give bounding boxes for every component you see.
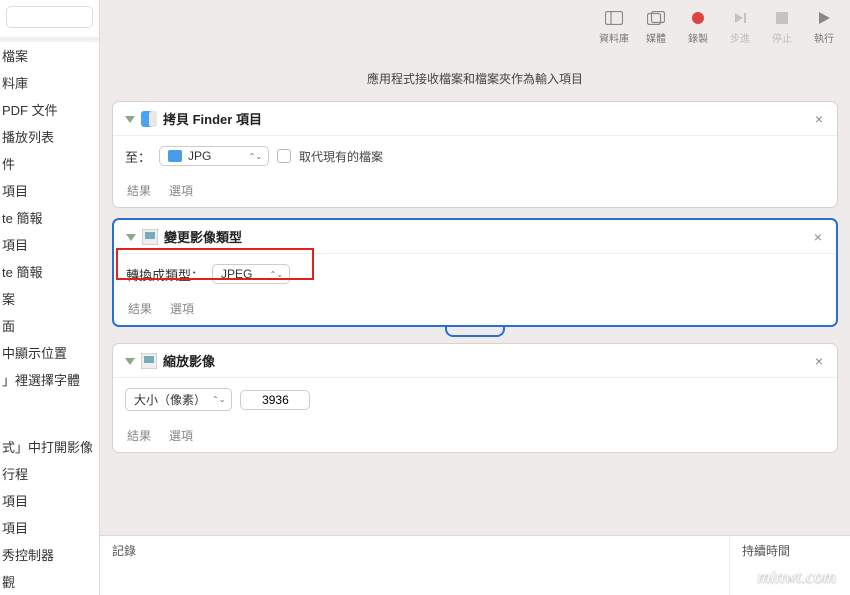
stop-button[interactable]: 停止 [762, 4, 802, 48]
to-label: 至： [125, 147, 151, 166]
close-icon[interactable]: × [810, 229, 826, 245]
log-panel: 記錄 持續時間 [100, 535, 850, 595]
toolbar: 資料庫 媒體 錄製 步進 [100, 0, 850, 52]
close-icon[interactable]: × [811, 111, 827, 127]
sidebar-item[interactable]: 秀控制器 [0, 541, 99, 568]
sidebar-item[interactable]: te 簡報 [0, 204, 99, 231]
finder-icon [141, 111, 157, 127]
options-tab[interactable]: 選項 [170, 300, 194, 317]
watermark: minwt.com [758, 566, 837, 587]
disclosure-triangle[interactable] [123, 112, 137, 126]
sidebar-item[interactable]: 項目 [0, 231, 99, 258]
sidebar-item[interactable]: 項目 [0, 487, 99, 514]
step-icon [733, 8, 747, 28]
sidebar-item[interactable]: 」裡選擇字體 [0, 366, 99, 393]
flow-connector [112, 327, 838, 337]
scale-size-input[interactable] [240, 390, 310, 410]
sidebar-header [0, 0, 99, 38]
run-button[interactable]: 執行 [804, 4, 844, 48]
action-title: 變更影像類型 [164, 227, 810, 246]
workflow-input-hint: 應用程式接收檔案和檔案夾作為輸入項目 [112, 52, 838, 101]
action-scale-images[interactable]: 縮放影像 × 大小（像素） ⌃⌄ 結果 選項 [112, 343, 838, 453]
stop-icon [776, 8, 788, 28]
library-button[interactable]: 資料庫 [594, 4, 634, 48]
step-button[interactable]: 步進 [720, 4, 760, 48]
disclosure-triangle[interactable] [123, 354, 137, 368]
replace-checkbox[interactable] [277, 149, 291, 163]
action-title: 拷貝 Finder 項目 [163, 109, 811, 128]
results-tab[interactable]: 結果 [127, 182, 151, 199]
sidebar-item[interactable]: 行程 [0, 460, 99, 487]
log-record-column: 記錄 [100, 536, 730, 595]
replace-label: 取代現有的檔案 [299, 148, 383, 165]
action-change-image-type[interactable]: 變更影像類型 × 轉換成類型： JPEG ⌃⌄ 結果 選項 [112, 218, 838, 327]
sidebar-item[interactable]: 案 [0, 285, 99, 312]
sidebar-item[interactable]: 觀 [0, 568, 99, 595]
sidebar-item[interactable]: 項目 [0, 514, 99, 541]
record-icon [691, 8, 705, 28]
chevron-updown-icon: ⌃⌄ [212, 395, 225, 404]
action-title: 縮放影像 [163, 351, 811, 370]
options-tab[interactable]: 選項 [169, 427, 193, 444]
sidebar-item[interactable]: 中顯示位置 [0, 339, 99, 366]
sidebar-item[interactable]: 檔案 [0, 42, 99, 69]
preview-icon [141, 353, 157, 369]
media-icon [647, 8, 665, 28]
sidebar-item[interactable]: te 簡報 [0, 258, 99, 285]
action-copy-finder-items[interactable]: 拷貝 Finder 項目 × 至： JPG ⌃⌄ 取代現有的檔案 結果 選項 [112, 101, 838, 208]
convert-type-label: 轉換成類型： [126, 265, 204, 284]
chevron-updown-icon: ⌃⌄ [270, 270, 283, 279]
options-tab[interactable]: 選項 [169, 182, 193, 199]
record-button[interactable]: 錄製 [678, 4, 718, 48]
disclosure-triangle[interactable] [124, 230, 138, 244]
workflow-canvas[interactable]: 應用程式接收檔案和檔案夾作為輸入項目 拷貝 Finder 項目 × 至： [100, 52, 850, 535]
library-sidebar: 檔案料庫PDF 文件播放列表件項目te 簡報項目te 簡報案面中顯示位置」裡選擇… [0, 0, 100, 595]
sidebar-item[interactable]: 項目 [0, 177, 99, 204]
library-search[interactable] [6, 6, 93, 28]
sidebar-item[interactable]: 式」中打開影像 [0, 433, 99, 460]
media-button[interactable]: 媒體 [636, 4, 676, 48]
folder-icon [168, 150, 182, 162]
close-icon[interactable]: × [811, 353, 827, 369]
play-icon [817, 8, 831, 28]
results-tab[interactable]: 結果 [127, 427, 151, 444]
chevron-updown-icon: ⌃⌄ [249, 152, 262, 161]
scale-mode-popup[interactable]: 大小（像素） ⌃⌄ [125, 388, 232, 411]
sidebar-item[interactable]: 料庫 [0, 69, 99, 96]
results-tab[interactable]: 結果 [128, 300, 152, 317]
preview-icon [142, 229, 158, 245]
sidebar-item[interactable]: PDF 文件 [0, 96, 99, 123]
sidebar-item[interactable]: 播放列表 [0, 123, 99, 150]
image-type-popup[interactable]: JPEG ⌃⌄ [212, 264, 290, 284]
sidebar-item[interactable]: 面 [0, 312, 99, 339]
sidebar-item[interactable]: 件 [0, 150, 99, 177]
destination-folder-popup[interactable]: JPG ⌃⌄ [159, 146, 269, 166]
sidebar-icon [605, 8, 623, 28]
